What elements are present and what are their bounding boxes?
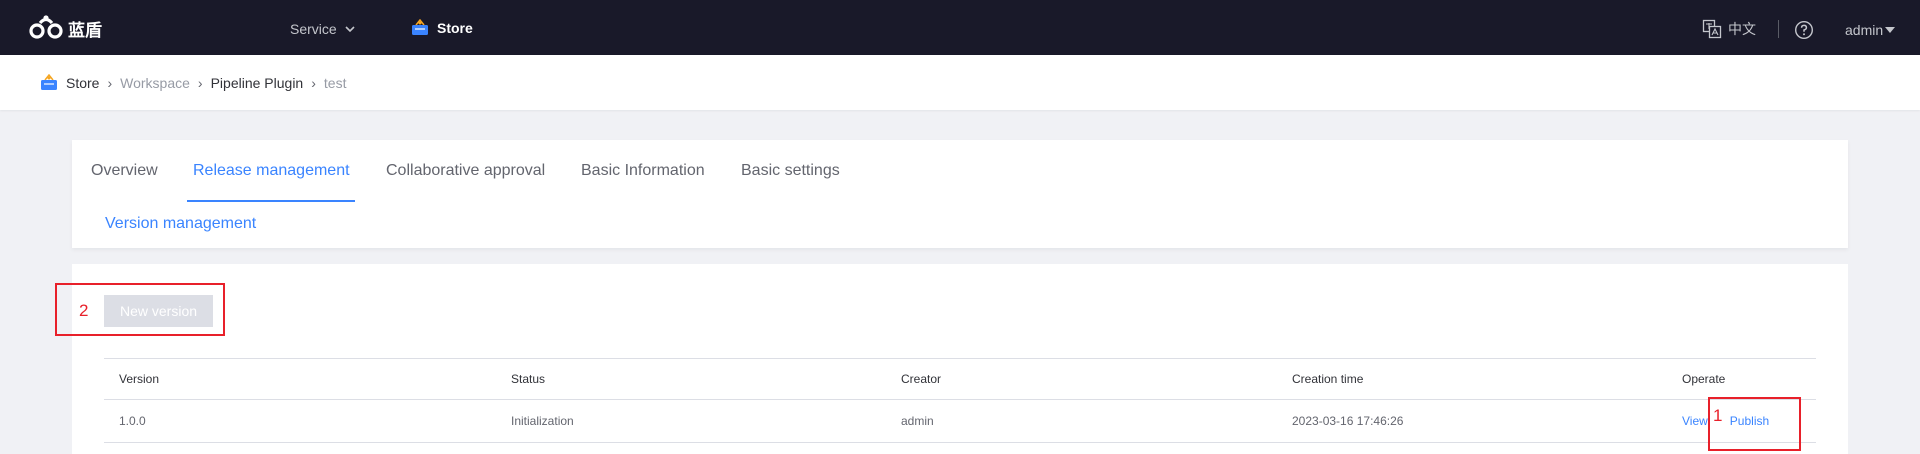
annotation-label-1: 1 (1713, 406, 1723, 425)
chevron-down-icon (345, 26, 355, 33)
view-link[interactable]: View (1682, 414, 1708, 428)
annotation-label-2: 2 (79, 301, 89, 320)
breadcrumb-item-workspace[interactable]: Workspace (120, 75, 190, 91)
column-header-creation-time: Creation time (1292, 372, 1364, 386)
logo-text: 蓝盾 (68, 20, 102, 41)
user-menu[interactable]: admin (1845, 22, 1896, 38)
cell-version: 1.0.0 (119, 414, 146, 428)
tabs-card: Overview Release management Collaborativ… (72, 140, 1848, 248)
language-label: 中文 (1728, 22, 1756, 38)
breadcrumb-item-current: test (323, 74, 347, 91)
tab-basic-information[interactable]: Basic Information (581, 162, 705, 180)
store-basket-icon (41, 74, 57, 90)
cell-creation-time: 2023-03-16 17:46:26 (1292, 414, 1404, 428)
help-icon[interactable] (1794, 20, 1814, 40)
store-label: Store (437, 19, 473, 36)
active-tab-indicator (187, 200, 355, 202)
breadcrumb-bar: Store › Workspace › Pipeline Plugin › te… (0, 55, 1920, 110)
store-nav-item[interactable]: Store (411, 19, 473, 36)
column-header-creator: Creator (901, 372, 942, 386)
store-basket-icon (412, 19, 428, 35)
translate-icon (1702, 19, 1722, 39)
tab-overview[interactable]: Overview (91, 162, 158, 180)
subtab-version-management[interactable]: Version management (105, 215, 256, 233)
tab-release-management[interactable]: Release management (193, 162, 350, 180)
cell-creator: admin (901, 414, 934, 428)
service-menu[interactable]: Service (290, 21, 355, 37)
top-nav: 蓝盾 Service Store 中文 admin (0, 0, 1920, 55)
version-list-panel: New version Version Status Creator Creat… (72, 264, 1848, 454)
column-header-status: Status (511, 372, 546, 386)
column-header-version: Version (119, 372, 160, 386)
tab-collaborative-approval[interactable]: Collaborative approval (386, 162, 545, 180)
caret-down-icon (1885, 27, 1896, 33)
cell-status: Initialization (511, 414, 574, 428)
breadcrumb-separator-icon: › (107, 74, 113, 91)
version-table: Version Status Creator Creation time Ope… (104, 358, 1816, 443)
breadcrumb-item-store[interactable]: Store (66, 75, 99, 91)
nav-divider (1778, 20, 1779, 38)
breadcrumb: Store › Workspace › Pipeline Plugin › te… (40, 74, 346, 91)
column-header-operate: Operate (1682, 372, 1726, 386)
breadcrumb-separator-icon: › (197, 74, 203, 91)
table-row: 1.0.0 Initialization admin 2023-03-16 17… (104, 400, 1816, 443)
user-name: admin (1845, 22, 1884, 38)
tab-basic-settings[interactable]: Basic settings (741, 162, 840, 180)
breadcrumb-item-pipeline-plugin[interactable]: Pipeline Plugin (211, 75, 304, 91)
table-header: Version Status Creator Creation time Ope… (104, 358, 1816, 400)
service-label: Service (290, 21, 337, 37)
bluking-logo-icon (29, 15, 63, 39)
logo[interactable]: 蓝盾 (28, 14, 102, 42)
breadcrumb-separator-icon: › (311, 74, 316, 91)
language-switch[interactable]: 中文 (1702, 19, 1756, 39)
